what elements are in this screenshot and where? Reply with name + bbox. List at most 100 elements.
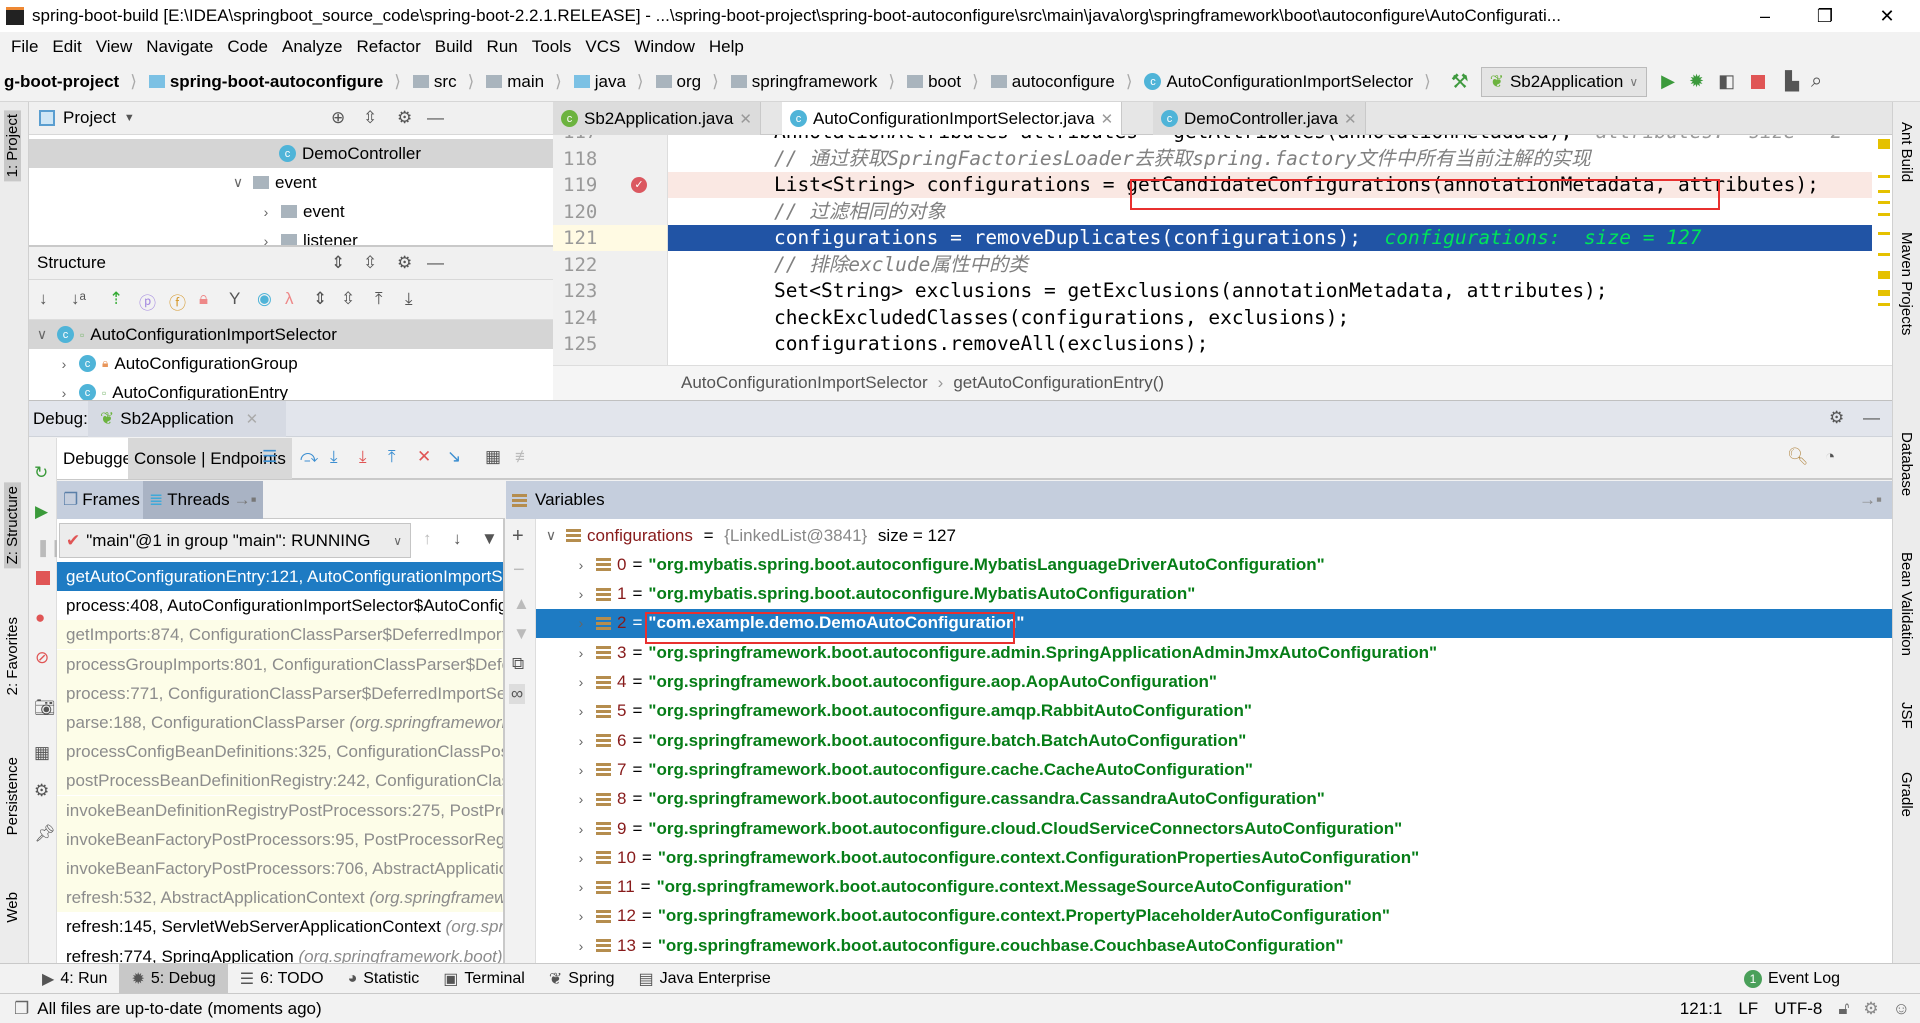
menu-analyze[interactable]: Analyze	[277, 37, 351, 57]
stack-frame[interactable]: postProcessBeanDefinitionRegistry:242, C…	[57, 766, 503, 796]
build-hammer-icon[interactable]: ⚒	[1451, 69, 1469, 94]
project-view-select[interactable]: Project	[63, 108, 116, 128]
code-area[interactable]: AnnotationAttributes attributes = getAtt…	[668, 135, 1872, 365]
stack-frame[interactable]: refresh:145, ServletWebServerApplication…	[57, 912, 503, 941]
chevron-down-icon[interactable]: ∨	[33, 326, 51, 343]
gear-icon[interactable]: ⚙	[397, 253, 412, 273]
menu-window[interactable]: Window	[629, 37, 703, 57]
thread-select[interactable]: ✔ "main"@1 in group "main": RUNNING ∨	[59, 523, 411, 558]
stack-frame[interactable]: processConfigBeanDefinitions:325, Config…	[57, 737, 503, 767]
bottom-tab[interactable]: ◕ Statistic	[336, 964, 432, 994]
chevron-right-icon[interactable]: ›	[572, 762, 590, 778]
structure-item[interactable]: › c ▫ AutoConfigurationEntry	[29, 378, 553, 400]
search-icon[interactable]: ⌕	[1811, 70, 1822, 93]
breadcrumb-item[interactable]: g-boot-project ⟩	[0, 72, 145, 92]
anonymous-classes-icon[interactable]: Y	[229, 289, 240, 309]
list-element-row[interactable]: › 8 = "org.springframework.boot.autoconfigu…	[536, 785, 1892, 814]
layout-icon[interactable]: ▦	[34, 743, 50, 763]
collapse-all-icon[interactable]: ⇳	[341, 289, 355, 309]
autoscroll-from-source-icon[interactable]: ⤓	[405, 289, 413, 309]
lambdas-icon[interactable]: λ	[285, 289, 294, 309]
chevron-right-icon[interactable]: ›	[55, 356, 73, 372]
editor-tab[interactable]: c Sb2Application.java ✕	[553, 102, 761, 135]
properties-icon[interactable]: ⓟ	[139, 289, 156, 314]
run-config-select[interactable]: ❦ Sb2Application ∨	[1480, 66, 1648, 97]
tool-window-maven[interactable]: Maven Projects	[1898, 232, 1915, 335]
locate-icon[interactable]: ⊕	[331, 108, 345, 128]
bottom-tab[interactable]: ❦ Spring	[537, 964, 627, 994]
pin-icon[interactable]: 📌︎	[34, 824, 56, 844]
stack-frame[interactable]: getAutoConfigurationEntry:121, AutoConfi…	[57, 562, 503, 591]
tool-window-project[interactable]: 1: Project	[4, 110, 21, 182]
tool-window-web[interactable]: Web	[4, 892, 21, 923]
menu-vcs[interactable]: VCS	[580, 37, 629, 57]
step-out-icon[interactable]: ⤒	[388, 447, 396, 467]
collapse-all-icon[interactable]: ⇳	[363, 108, 377, 128]
overhead-icon[interactable]: ◔	[1825, 447, 1835, 467]
list-element-row[interactable]: › 11 = "org.springframework.boot.autoconfig…	[536, 873, 1892, 902]
gear-icon[interactable]: ⚙	[1829, 408, 1844, 428]
gear-icon[interactable]: ⚙	[397, 108, 412, 128]
fields-icon[interactable]: ⓕ	[169, 289, 186, 314]
minimize-button[interactable]: –	[1740, 0, 1790, 32]
close-tab-icon[interactable]: ✕	[1344, 110, 1357, 128]
bottom-tab[interactable]: ▣ Terminal	[431, 964, 537, 994]
filter-icon[interactable]: ▼	[481, 529, 498, 549]
stop-icon[interactable]	[1751, 74, 1766, 89]
code-line[interactable]: // 排除exclude属性中的类	[668, 252, 1872, 278]
gear-icon[interactable]: ⚙	[1863, 999, 1878, 1019]
bottom-tab[interactable]: ▤ Java Enterprise	[627, 964, 783, 994]
tree-item[interactable]: c DemoController	[29, 139, 553, 168]
menu-build[interactable]: Build	[430, 37, 482, 57]
run-with-coverage-icon[interactable]: ◧	[1718, 71, 1735, 92]
stack-frame[interactable]: invokeBeanDefinitionRegistryPostProcesso…	[57, 795, 503, 825]
chevron-right-icon[interactable]: ›	[572, 938, 590, 954]
tree-item[interactable]: › listener	[29, 226, 553, 245]
rerun-icon[interactable]: ↻	[34, 463, 48, 483]
code-line[interactable]: configurations = removeDuplicates(config…	[668, 225, 1872, 251]
list-element-row[interactable]: › 9 = "org.springframework.boot.autoconfigu…	[536, 814, 1892, 843]
bottom-tab[interactable]: ☰ 6: TODO	[228, 964, 336, 994]
bottom-tab[interactable]: ▶ 4: Run	[30, 964, 119, 994]
lock-icon[interactable]: 🔓︎	[1838, 999, 1849, 1019]
breadcrumb-item[interactable]: boot ⟩	[903, 72, 987, 92]
stack-frame[interactable]: process:408, AutoConfigurationImportSele…	[57, 591, 503, 620]
line-separator[interactable]: LF	[1738, 999, 1758, 1019]
breadcrumb-item[interactable]: autoconfigure ⟩	[987, 72, 1141, 92]
view-breakpoints-icon[interactable]: ●	[35, 608, 45, 628]
sort-alphabetically-icon[interactable]: ↓ᵃ	[71, 289, 86, 309]
chevron-right-icon[interactable]: ›	[55, 385, 73, 401]
tool-window-persistence[interactable]: Persistence	[4, 757, 21, 835]
list-element-row[interactable]: › 6 = "org.springframework.boot.autoconfigu…	[536, 726, 1892, 755]
tool-window-structure[interactable]: Z: Structure	[4, 482, 21, 569]
stack-frame[interactable]: process:771, ConfigurationClassParser$De…	[57, 678, 503, 708]
list-element-row[interactable]: › 4 = "org.springframework.boot.autoconfigu…	[536, 668, 1892, 697]
chevron-right-icon[interactable]: ›	[572, 615, 590, 631]
show-classes-icon[interactable]: ◉	[257, 289, 272, 309]
force-step-into-icon[interactable]: ⤓	[359, 447, 367, 467]
menu-code[interactable]: Code	[222, 37, 277, 57]
chevron-down-icon[interactable]: ∨	[542, 527, 560, 544]
menu-view[interactable]: View	[91, 37, 142, 57]
breadcrumb-item[interactable]: main ⟩	[482, 72, 570, 92]
menu-navigate[interactable]: Navigate	[141, 37, 222, 57]
breadcrumb-item[interactable]: org ⟩	[652, 72, 727, 92]
chevron-right-icon[interactable]: ›	[572, 733, 590, 749]
menu-tools[interactable]: Tools	[527, 37, 581, 57]
tool-window-jsf[interactable]: JSF	[1898, 702, 1915, 729]
caret-position[interactable]: 121:1	[1680, 999, 1723, 1019]
list-element-row[interactable]: › 12 = "org.springframework.boot.autoconfig…	[536, 902, 1892, 931]
breadcrumb-item[interactable]: springframework ⟩	[727, 72, 903, 92]
structure-item[interactable]: › c 🔒︎ AutoConfigurationGroup	[29, 349, 553, 378]
breadcrumb-item[interactable]: java ⟩	[570, 72, 652, 92]
chevron-down-icon[interactable]: ▼	[124, 112, 135, 124]
menu-help[interactable]: Help	[704, 37, 753, 57]
breadcrumb-class[interactable]: AutoConfigurationImportSelector	[681, 373, 928, 393]
show-inherited-icon[interactable]: ⇡	[109, 289, 123, 309]
error-stripe[interactable]	[1872, 135, 1892, 365]
debug-session-tab[interactable]: ❦ Sb2Application ✕	[88, 401, 286, 437]
stack-frame[interactable]: invokeBeanFactoryPostProcessors:95, Post…	[57, 824, 503, 854]
stack-frame[interactable]: refresh:774, SpringApplication (org.spri…	[57, 942, 503, 964]
structure-item[interactable]: ∨ c ▫ AutoConfigurationImportSelector	[29, 320, 553, 349]
tool-window-ant-build[interactable]: Ant Build	[1898, 122, 1915, 182]
